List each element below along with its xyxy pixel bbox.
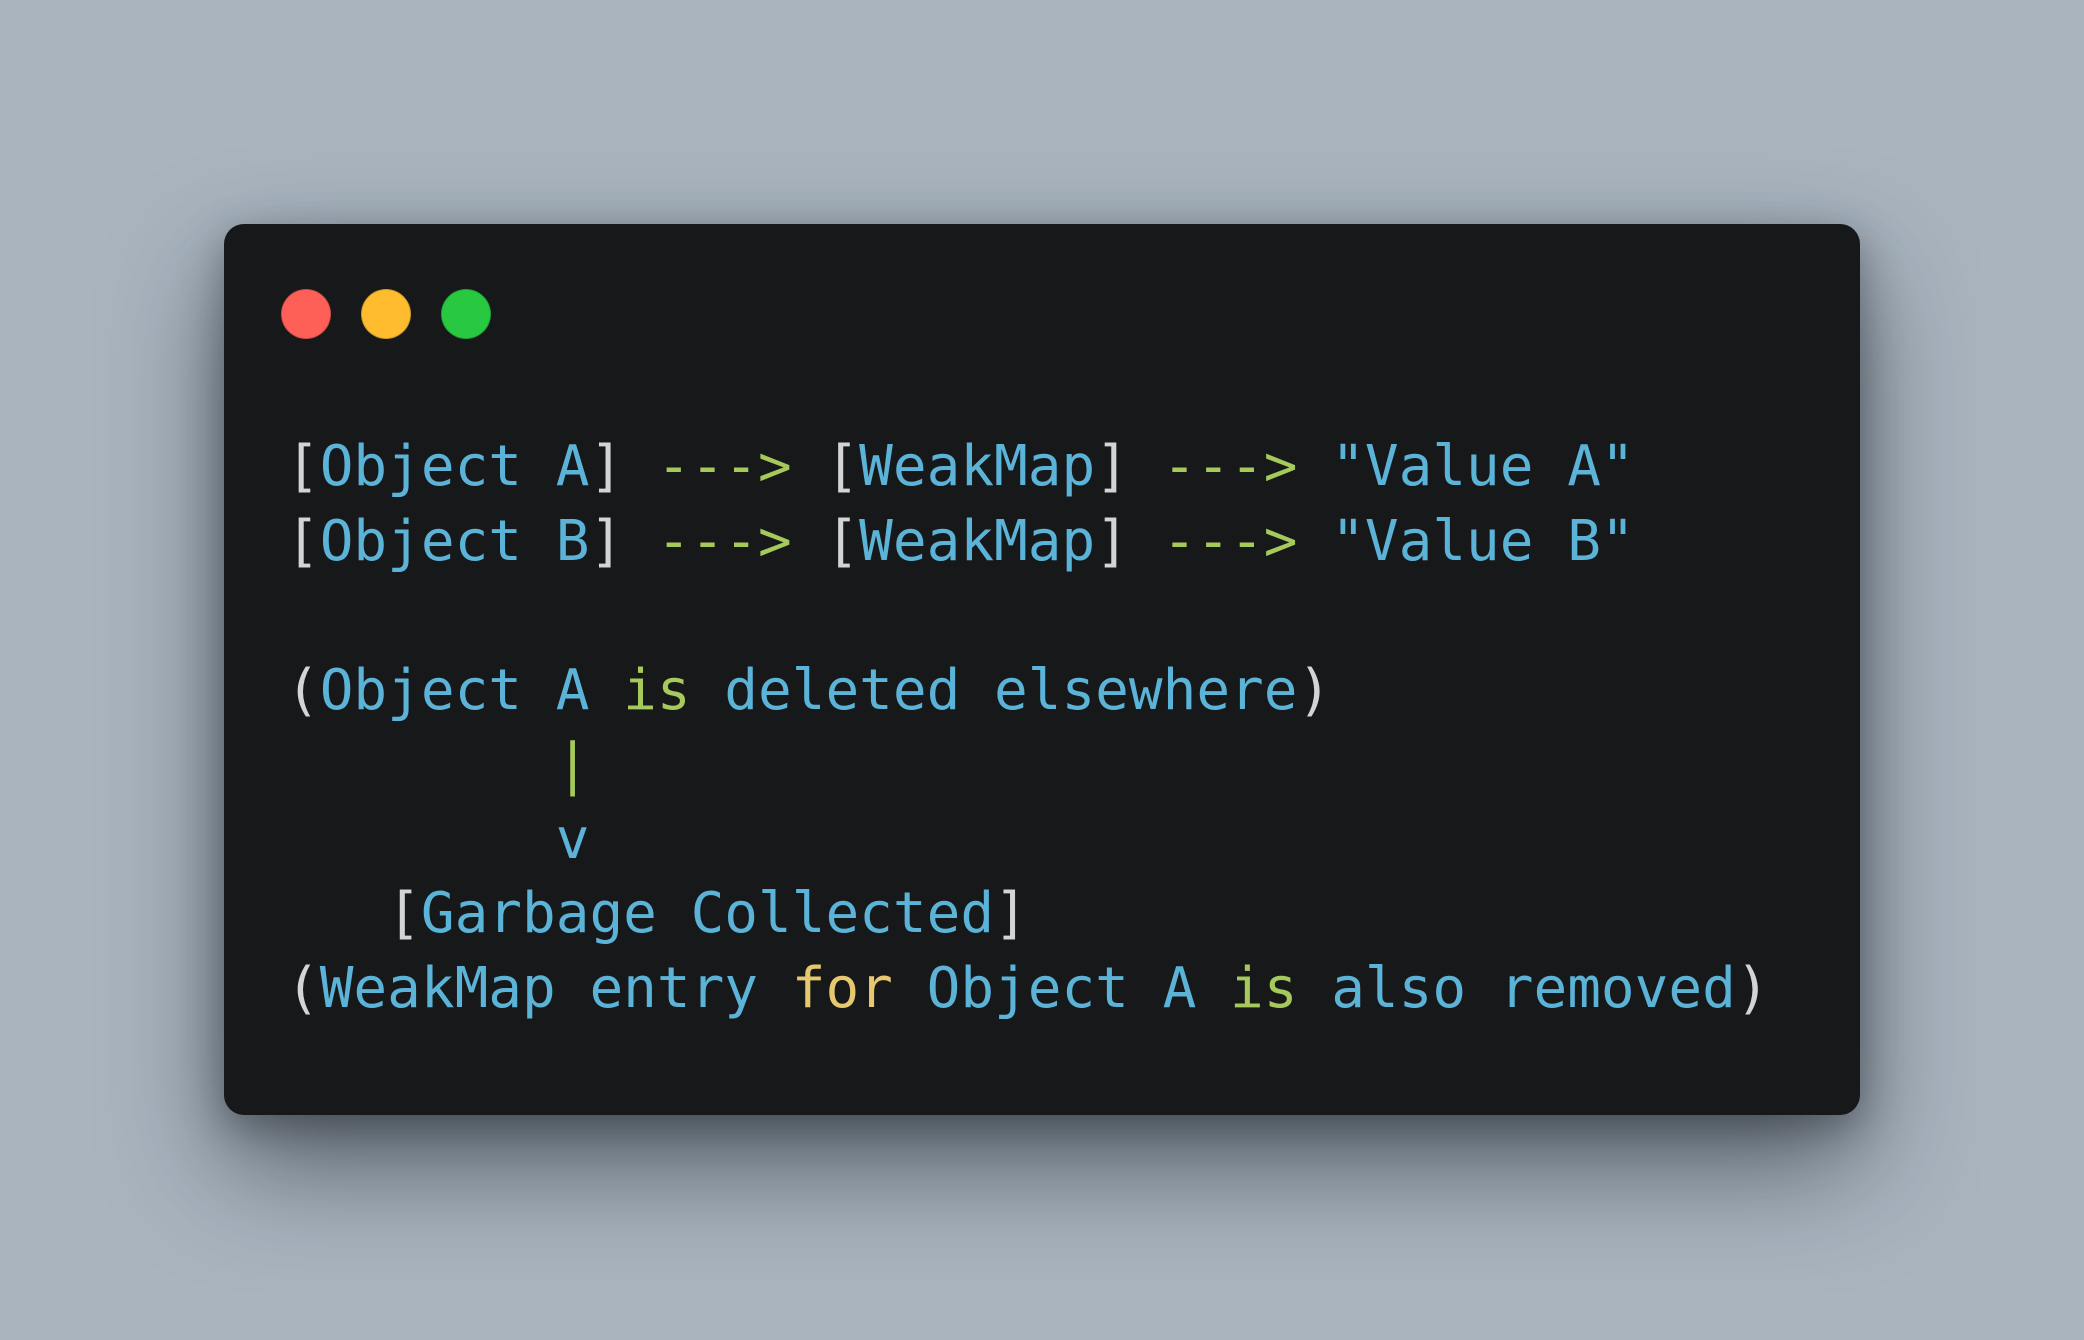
code-block: [Object A] ---> [WeakMap] ---> "Value A"… <box>286 430 1770 1026</box>
code-token-identifier: WeakMap <box>859 434 1096 499</box>
code-token-operator: is <box>1230 955 1298 1021</box>
code-token-identifier: v <box>286 806 590 872</box>
code-token-punctuation: [ <box>286 508 320 574</box>
code-token-punctuation: ] <box>994 881 1028 946</box>
code-token-punctuation: ] <box>1095 508 1163 574</box>
code-line: (WeakMap entry for Object A is also remo… <box>286 952 1770 1027</box>
code-token-punctuation: ] <box>589 434 657 499</box>
code-token-punctuation: [ <box>791 434 860 499</box>
code-token-punctuation: [ <box>387 881 421 946</box>
code-token-identifier: deleted elsewhere <box>690 657 1298 723</box>
code-token-operator: ---> <box>656 508 792 574</box>
code-token-operator: ---> <box>1162 508 1298 574</box>
code-token-identifier: Object A <box>319 657 624 723</box>
code-token-punctuation: [ <box>791 508 860 574</box>
code-token-identifier: WeakMap <box>859 508 1096 574</box>
code-token-identifier: Object A <box>319 434 590 499</box>
code-token-punctuation: [ <box>286 434 320 499</box>
code-token-identifier: WeakMap entry <box>319 955 792 1021</box>
maximize-window-icon[interactable] <box>441 289 491 339</box>
code-token-punctuation: ] <box>589 508 657 574</box>
code-line: [Object B] ---> [WeakMap] ---> "Value B" <box>286 505 1770 580</box>
code-token-identifier <box>286 881 387 946</box>
code-line: v <box>286 803 1770 878</box>
window-controls <box>281 289 491 339</box>
code-token-identifier: Object B <box>319 508 590 574</box>
code-token-punctuation: ) <box>1297 657 1332 723</box>
code-window: [Object A] ---> [WeakMap] ---> "Value A"… <box>224 224 1860 1115</box>
code-token-identifier: also removed <box>1297 955 1736 1021</box>
code-token-operator: ---> <box>656 434 792 499</box>
code-line: | <box>286 728 1770 803</box>
code-token-punctuation: ) <box>1735 955 1770 1021</box>
code-line: [Garbage Collected] <box>286 877 1770 952</box>
code-token-identifier: Garbage Collected <box>420 881 995 946</box>
close-window-icon[interactable] <box>281 289 331 339</box>
code-token-punctuation: ] <box>1095 434 1163 499</box>
code-token-keyword: for <box>791 955 893 1021</box>
code-token-operator: ---> <box>1162 434 1298 499</box>
code-token-punctuation: ( <box>286 657 320 723</box>
code-token-operator: is <box>623 657 691 723</box>
code-token-identifier <box>286 732 556 797</box>
code-token-operator: | <box>555 732 590 797</box>
minimize-window-icon[interactable] <box>361 289 411 339</box>
code-line: (Object A is deleted elsewhere) <box>286 654 1770 729</box>
code-token-identifier: "Value B" <box>1297 508 1635 574</box>
code-token-punctuation: ( <box>286 955 320 1021</box>
code-token-identifier: Object A <box>892 955 1231 1021</box>
code-line: [Object A] ---> [WeakMap] ---> "Value A" <box>286 430 1770 505</box>
code-token-identifier: "Value A" <box>1297 434 1635 499</box>
